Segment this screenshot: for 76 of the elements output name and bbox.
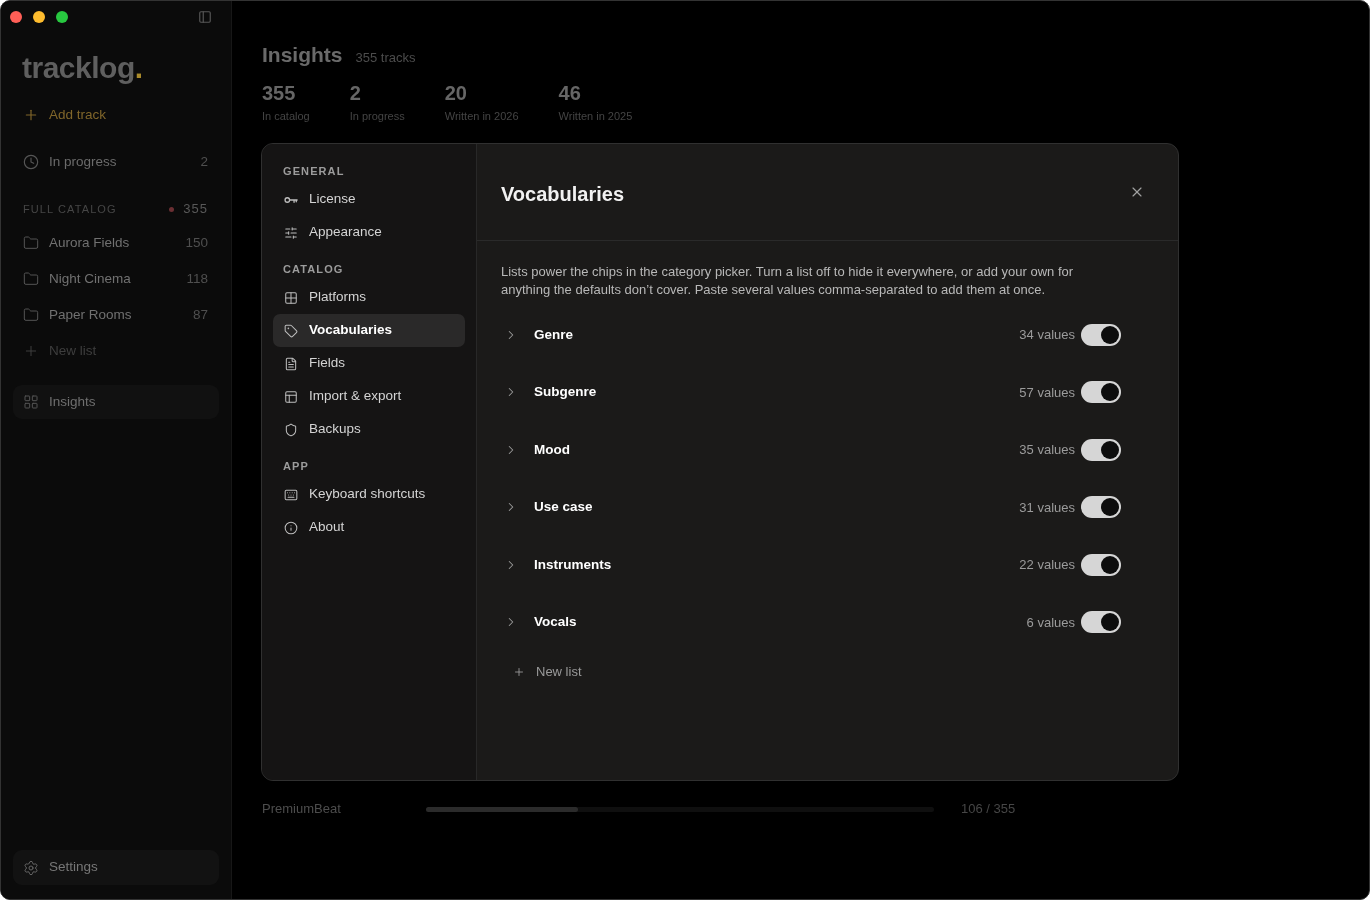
list-expand-button[interactable]: Genre <box>501 324 574 345</box>
plus-icon <box>513 666 525 678</box>
sliders-icon <box>284 225 298 240</box>
stat-label: Written in 2025 <box>558 109 633 124</box>
description: Lists power the chips in the category picker. Turn a list off to hide it everywhere, or add your own for anything the defaults don’t cover. Paste several values comma-separated to add them at once. <box>501 263 1075 299</box>
sidebar-item[interactable]: Insights <box>13 385 219 419</box>
nav-item[interactable]: About <box>273 511 465 544</box>
sidebar-item[interactable]: Night Cinema 118 <box>13 261 219 297</box>
window-close-button[interactable] <box>10 11 22 23</box>
nav-item[interactable]: Appearance <box>273 216 465 249</box>
nav-heading: CATALOG <box>283 262 344 277</box>
toggle-switch[interactable] <box>1081 553 1121 576</box>
list-expand-button[interactable]: Subgenre <box>501 382 597 403</box>
stat-label: Written in 2026 <box>444 109 519 124</box>
plus-icon <box>23 107 39 123</box>
nav-heading: APP <box>283 459 309 474</box>
nav-item[interactable]: Vocabularies <box>273 314 465 347</box>
stat-label: In catalog <box>262 109 310 124</box>
toggle-switch[interactable] <box>1081 611 1121 634</box>
settings-icon <box>23 859 39 876</box>
stat-value: 20 <box>444 81 467 105</box>
list-expand-button[interactable]: Mood <box>501 439 570 460</box>
folder-icon <box>23 271 39 287</box>
value-count: 22 values <box>1019 556 1075 574</box>
progress-reading: 106 / 355 <box>961 800 1016 819</box>
clock-icon <box>23 154 39 170</box>
value-count: 35 values <box>1019 441 1075 459</box>
sidebar-item[interactable]: In progress 2 <box>13 146 219 178</box>
add-track-button[interactable]: Add track <box>13 99 117 131</box>
nav-item[interactable]: Platforms <box>273 281 465 314</box>
shield-icon <box>284 422 298 437</box>
toggle-switch[interactable] <box>1081 381 1121 404</box>
value-count: 57 values <box>1019 383 1075 402</box>
value-count: 34 values <box>1019 326 1075 344</box>
settings-button[interactable]: Settings <box>13 850 219 885</box>
folder-icon <box>23 307 39 323</box>
keyboard-icon <box>284 487 298 502</box>
layout-icon <box>284 389 298 404</box>
platform-name: PremiumBeat <box>262 800 341 819</box>
grid-icon <box>284 290 298 305</box>
page-title: Insights <box>262 42 343 68</box>
toggle-switch[interactable] <box>1081 323 1121 346</box>
stat-label: In progress <box>349 109 405 124</box>
sidebar-item[interactable]: Aurora Fields 150 <box>13 225 219 261</box>
stat-value: 46 <box>558 81 581 105</box>
sidebar-toggle-icon[interactable] <box>198 10 212 24</box>
catalog-count: 355 <box>183 200 208 219</box>
value-count: 6 values <box>1026 613 1075 632</box>
track-count: 355 tracks <box>355 49 416 67</box>
value-count: 31 values <box>1019 498 1075 517</box>
nav-item[interactable]: Keyboard shortcuts <box>273 478 465 511</box>
stat-value: 2 <box>349 81 361 105</box>
nav-heading: GENERAL <box>283 164 345 179</box>
nav-item[interactable]: License <box>273 183 465 216</box>
plus-icon <box>23 343 39 359</box>
section-heading: FULL CATALOG <box>23 201 117 217</box>
document-icon <box>284 356 298 371</box>
list-expand-button[interactable]: Use case <box>501 497 593 518</box>
toggle-switch[interactable] <box>1081 438 1121 461</box>
nav-item[interactable]: Backups <box>273 413 465 446</box>
nav-item[interactable]: Import & export <box>273 380 465 413</box>
app-logo: tracklog. <box>22 50 143 86</box>
tag-icon <box>284 323 298 338</box>
folder-icon <box>23 235 39 251</box>
dialog-title: Vocabularies <box>501 181 625 207</box>
window-zoom-button[interactable] <box>56 11 68 23</box>
list-expand-button[interactable]: Instruments <box>501 554 612 575</box>
info-icon <box>284 520 298 535</box>
toggle-switch[interactable] <box>1081 496 1121 519</box>
list-expand-button[interactable]: Vocals <box>501 612 577 633</box>
stat-value: 355 <box>262 81 296 105</box>
sidebar-item[interactable]: Paper Rooms 87 <box>13 297 219 333</box>
grid-icon <box>23 394 39 410</box>
new-list-button[interactable]: New list <box>505 658 590 686</box>
window-minimize-button[interactable] <box>33 11 45 23</box>
nav-item[interactable]: Fields <box>273 347 465 380</box>
